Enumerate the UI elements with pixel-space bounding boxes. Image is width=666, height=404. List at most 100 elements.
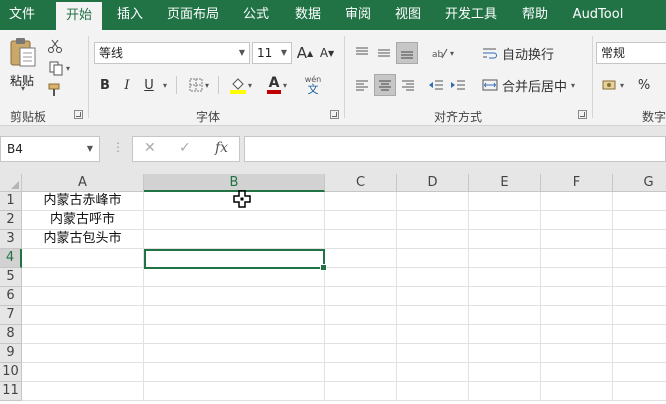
cell-f10[interactable] (541, 363, 613, 382)
cell-c1[interactable] (325, 192, 397, 211)
cell-g11[interactable] (613, 382, 666, 401)
clipboard-launcher-icon[interactable] (74, 110, 83, 119)
cell-e9[interactable] (469, 344, 541, 363)
name-box[interactable]: B4 ▼ (0, 136, 100, 162)
cell-e3[interactable] (469, 230, 541, 249)
cell-c8[interactable] (325, 325, 397, 344)
row-header-6[interactable]: 6 (0, 287, 22, 306)
align-left-button[interactable] (352, 74, 372, 96)
column-header-f[interactable]: F (541, 174, 613, 192)
align-center-button[interactable] (374, 74, 396, 96)
worksheet-grid[interactable]: A B C D E F G 1 2 3 4 5 6 7 8 9 10 11 内蒙… (0, 174, 666, 404)
cut-button[interactable] (44, 36, 66, 56)
orientation-button[interactable]: ab ▾ (428, 42, 458, 64)
row-header-8[interactable]: 8 (0, 325, 22, 344)
row-header-3[interactable]: 3 (0, 230, 22, 249)
select-all-button[interactable] (0, 174, 22, 192)
font-size-dropdown[interactable]: 11 ▼ (252, 42, 292, 64)
cell-g6[interactable] (613, 287, 666, 306)
tab-help[interactable]: 帮助 (514, 0, 556, 30)
percent-style-button[interactable]: % (634, 74, 654, 96)
accounting-format-button[interactable]: ▾ (598, 74, 628, 96)
tab-developer[interactable]: 开发工具 (438, 0, 504, 30)
cell-d11[interactable] (397, 382, 469, 401)
cell-d10[interactable] (397, 363, 469, 382)
cell-c10[interactable] (325, 363, 397, 382)
cell-b10[interactable] (144, 363, 325, 382)
cell-f11[interactable] (541, 382, 613, 401)
number-format-dropdown[interactable]: 常规 (596, 42, 666, 64)
italic-button[interactable]: I (118, 74, 136, 96)
cell-a4[interactable] (22, 249, 144, 268)
row-header-5[interactable]: 5 (0, 268, 22, 287)
format-painter-button[interactable] (44, 80, 66, 100)
align-bottom-button[interactable] (396, 42, 418, 64)
cell-g4[interactable] (613, 249, 666, 268)
cell-b3[interactable] (144, 230, 325, 249)
cell-f6[interactable] (541, 287, 613, 306)
cell-f8[interactable] (541, 325, 613, 344)
cell-d3[interactable] (397, 230, 469, 249)
cell-g3[interactable] (613, 230, 666, 249)
cell-b2[interactable] (144, 211, 325, 230)
row-header-7[interactable]: 7 (0, 306, 22, 325)
cell-d1[interactable] (397, 192, 469, 211)
align-middle-button[interactable] (374, 42, 394, 64)
cell-d8[interactable] (397, 325, 469, 344)
cell-f9[interactable] (541, 344, 613, 363)
cell-g5[interactable] (613, 268, 666, 287)
cell-a5[interactable] (22, 268, 144, 287)
fill-color-button[interactable]: ▾ (224, 74, 258, 96)
cell-f3[interactable] (541, 230, 613, 249)
cell-d7[interactable] (397, 306, 469, 325)
cell-a9[interactable] (22, 344, 144, 363)
cell-g7[interactable] (613, 306, 666, 325)
cell-e11[interactable] (469, 382, 541, 401)
shrink-font-button[interactable]: A ▼ (318, 42, 336, 64)
cell-e2[interactable] (469, 211, 541, 230)
font-color-button[interactable]: A ▾ (260, 74, 294, 96)
active-cell-border[interactable] (144, 249, 327, 271)
increase-indent-button[interactable] (448, 74, 468, 96)
enter-icon[interactable]: ✓ (179, 140, 191, 156)
cell-a2[interactable]: 内蒙古呼市 (22, 211, 144, 230)
cell-a7[interactable] (22, 306, 144, 325)
cell-f2[interactable] (541, 211, 613, 230)
copy-button[interactable]: ▾ (44, 58, 74, 78)
cell-d6[interactable] (397, 287, 469, 306)
cell-e4[interactable] (469, 249, 541, 268)
cell-g9[interactable] (613, 344, 666, 363)
cell-f7[interactable] (541, 306, 613, 325)
tab-file[interactable]: 文件 (0, 0, 44, 30)
tab-insert[interactable]: 插入 (110, 0, 150, 30)
tab-home[interactable]: 开始 (56, 2, 102, 30)
phonetic-guide-button[interactable]: wén 文 (300, 72, 326, 98)
cell-c2[interactable] (325, 211, 397, 230)
tab-audtool[interactable]: AudTool (566, 0, 630, 30)
cell-a6[interactable] (22, 287, 144, 306)
cancel-icon[interactable]: ✕ (144, 140, 156, 156)
cell-d2[interactable] (397, 211, 469, 230)
tab-formulas[interactable]: 公式 (236, 0, 276, 30)
underline-button[interactable]: U (140, 74, 158, 96)
cell-c7[interactable] (325, 306, 397, 325)
row-header-10[interactable]: 10 (0, 363, 22, 382)
row-header-11[interactable]: 11 (0, 382, 22, 401)
cell-a1[interactable]: 内蒙古赤峰市 (22, 192, 144, 211)
cell-d5[interactable] (397, 268, 469, 287)
align-top-button[interactable] (352, 42, 372, 64)
paste-button[interactable]: 粘贴 ▾ (6, 36, 40, 93)
column-header-g[interactable]: G (613, 174, 666, 192)
align-right-button[interactable] (398, 74, 418, 96)
cell-a8[interactable] (22, 325, 144, 344)
cell-e1[interactable] (469, 192, 541, 211)
cell-g1[interactable] (613, 192, 666, 211)
cell-b11[interactable] (144, 382, 325, 401)
cell-d9[interactable] (397, 344, 469, 363)
grow-font-button[interactable]: A ▲ (296, 42, 314, 64)
cell-e7[interactable] (469, 306, 541, 325)
cell-c3[interactable] (325, 230, 397, 249)
cell-e10[interactable] (469, 363, 541, 382)
cell-e5[interactable] (469, 268, 541, 287)
cell-f5[interactable] (541, 268, 613, 287)
